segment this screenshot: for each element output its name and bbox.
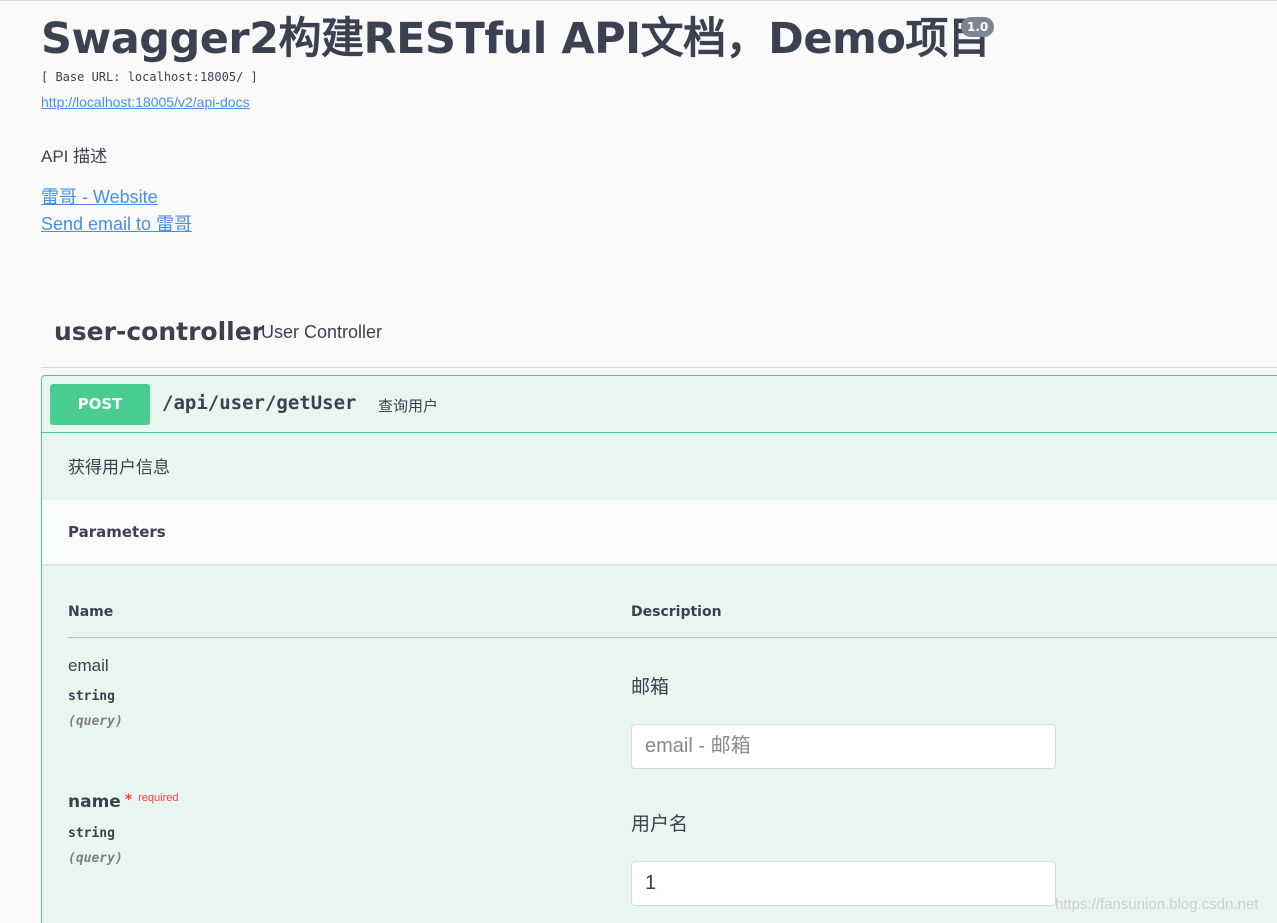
param-name-email: email: [68, 656, 109, 675]
operation-summary: 查询用户: [378, 398, 439, 415]
tag-section-header[interactable]: user-controller User Controller: [41, 306, 1277, 368]
column-header-description: Description: [631, 604, 722, 620]
http-method-badge[interactable]: POST: [50, 384, 150, 425]
param-name-label: name: [68, 792, 121, 812]
base-url: [ Base URL: localhost:18005/ ]: [41, 70, 258, 84]
required-star: *: [124, 792, 133, 808]
operation-block: POST /api/user/getUser 查询用户 获得用户信息 Param…: [41, 375, 1277, 923]
page-title: Swagger2构建RESTful API文档，Demo项目: [41, 14, 991, 64]
version-badge: 1.0: [961, 17, 995, 37]
param-location: (query): [68, 714, 123, 729]
parameters-title: Parameters: [68, 523, 166, 541]
param-name-name: name * required: [68, 792, 179, 812]
param-type: string: [68, 826, 115, 841]
watermark: https://fansunion.blog.csdn.net: [1055, 896, 1259, 913]
email-input[interactable]: [631, 724, 1056, 769]
column-header-name: Name: [68, 604, 114, 620]
contact-email-link[interactable]: Send email to 雷哥: [41, 210, 192, 236]
api-info: Swagger2构建RESTful API文档，Demo项目: [41, 12, 991, 66]
param-location: (query): [68, 851, 123, 866]
param-type: string: [68, 689, 115, 704]
operation-path[interactable]: /api/user/getUser: [162, 392, 356, 414]
top-border: [0, 0, 1277, 3]
tag-name[interactable]: user-controller: [54, 317, 264, 346]
tag-description: User Controller: [261, 322, 383, 342]
operation-description: 获得用户信息: [68, 458, 170, 477]
name-input[interactable]: [631, 861, 1056, 906]
header-divider: [68, 637, 1277, 638]
contact-website-link[interactable]: 雷哥 - Website: [41, 183, 158, 209]
parameters-header: Parameters: [42, 500, 1277, 564]
param-description-name: 用户名: [631, 814, 689, 835]
api-description: API 描述: [41, 147, 108, 166]
param-description-email: 邮箱: [631, 677, 670, 698]
required-label: required: [138, 792, 179, 804]
operation-summary-bar[interactable]: POST /api/user/getUser 查询用户: [42, 376, 1277, 433]
api-docs-link[interactable]: http://localhost:18005/v2/api-docs: [41, 94, 250, 110]
